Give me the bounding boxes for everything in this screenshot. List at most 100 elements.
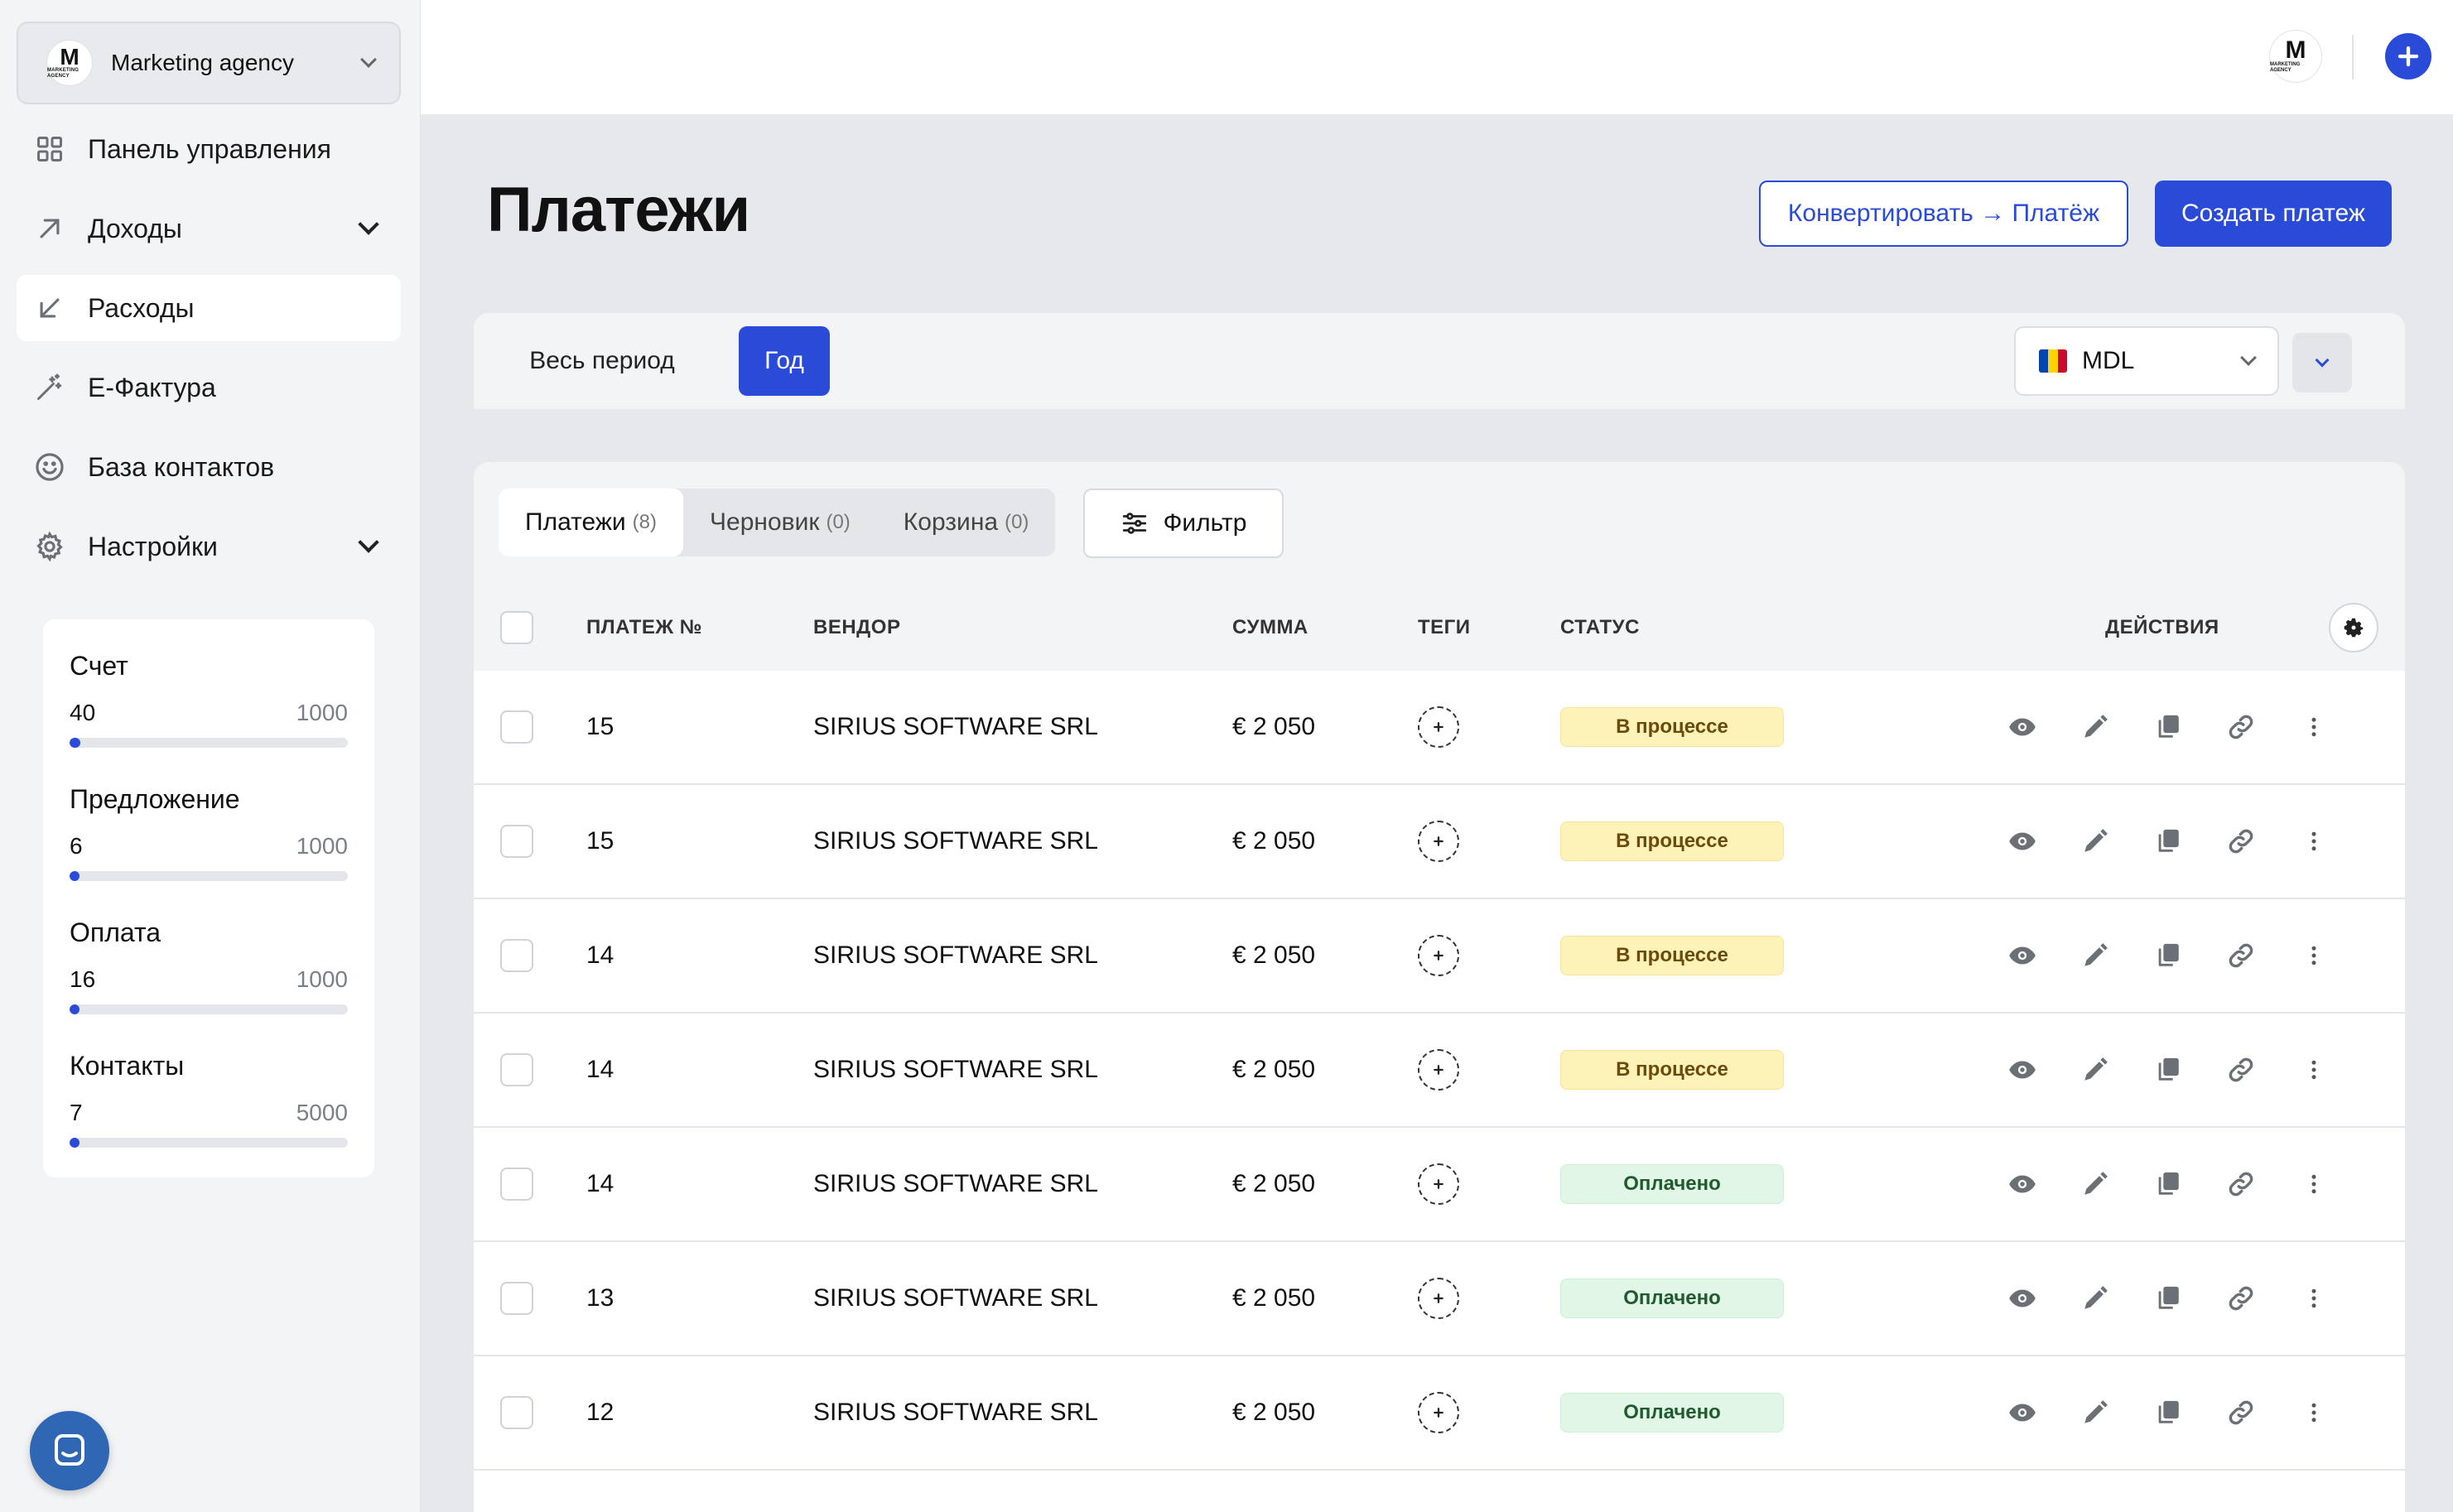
column-header-amount[interactable]: СУММА [1232,585,1308,671]
tab-payments[interactable]: Платежи (8) [499,489,684,556]
sidebar-item-contacts[interactable]: База контактов [17,434,401,500]
status-badge: В процессе [1560,821,1784,861]
more-options-button[interactable] [2294,936,2334,975]
sidebar-nav: Панель управления Доходы Расходы E-Факту… [17,116,401,593]
row-checkbox[interactable] [500,1053,533,1086]
duplicate-button[interactable] [2148,1278,2188,1318]
period-year-button[interactable]: Год [739,326,830,396]
table-row[interactable]: 15 SIRIUS SOFTWARE SRL € 2 050 В процесс… [474,785,2405,899]
row-checkbox[interactable] [500,1396,533,1429]
add-button[interactable] [2385,33,2431,79]
table-row[interactable]: 14 SIRIUS SOFTWARE SRL € 2 050 В процесс… [474,1014,2405,1128]
more-options-button[interactable] [2294,1164,2334,1204]
payment-number: 14 [586,941,614,969]
view-button[interactable] [2002,1278,2042,1318]
view-button[interactable] [2002,1393,2042,1433]
copy-link-button[interactable] [2221,1050,2261,1090]
view-button[interactable] [2002,936,2042,975]
more-vertical-icon [2311,946,2316,965]
currency-select[interactable]: MDL [2014,326,2279,396]
add-tag-button[interactable] [1418,1278,1459,1319]
column-header-actions: ДЕЙСТВИЯ [2105,616,2219,638]
sidebar-item-settings[interactable]: Настройки [17,513,401,580]
sidebar-item-income[interactable]: Доходы [17,195,401,262]
row-checkbox[interactable] [500,1282,533,1315]
copy-icon [2158,943,2179,966]
edit-button[interactable] [2075,1278,2115,1318]
filter-button[interactable]: Фильтр [1083,489,1284,558]
expand-button[interactable] [2292,333,2352,392]
edit-button[interactable] [2075,936,2115,975]
sliders-icon [1122,513,1146,534]
duplicate-button[interactable] [2148,936,2188,975]
table-settings-button[interactable] [2329,603,2378,652]
vendor-name: SIRIUS SOFTWARE SRL [813,941,1098,969]
row-checkbox[interactable] [500,939,533,972]
chevron-down-icon [2315,353,2330,368]
sidebar-item-efactura[interactable]: E-Фактура [17,354,401,421]
duplicate-button[interactable] [2148,1050,2188,1090]
view-button[interactable] [2002,1050,2042,1090]
copy-link-button[interactable] [2221,1164,2261,1204]
gear-icon [33,530,66,563]
sidebar-item-expenses[interactable]: Расходы [17,275,401,341]
create-payment-button[interactable]: Создать платеж [2155,181,2392,247]
table-row[interactable]: 14 SIRIUS SOFTWARE SRL € 2 050 Оплачено [474,1128,2405,1242]
more-options-button[interactable] [2294,1393,2334,1433]
add-tag-button[interactable] [1418,706,1459,748]
link-icon [2229,943,2253,968]
table-row[interactable]: 14 SIRIUS SOFTWARE SRL € 2 050 В процесс… [474,899,2405,1014]
sidebar-item-dashboard[interactable]: Панель управления [17,116,401,182]
add-tag-button[interactable] [1418,1163,1459,1205]
duplicate-button[interactable] [2148,1393,2188,1433]
row-checkbox[interactable] [500,1168,533,1201]
select-all-checkbox[interactable] [500,611,533,644]
copy-link-button[interactable] [2221,821,2261,861]
edit-button[interactable] [2075,1164,2115,1204]
view-button[interactable] [2002,821,2042,861]
add-tag-button[interactable] [1418,1392,1459,1433]
more-options-button[interactable] [2294,707,2334,747]
eye-icon [2009,1289,2036,1307]
edit-button[interactable] [2075,707,2115,747]
plus-icon [1434,1179,1443,1189]
chat-support-button[interactable] [30,1411,109,1490]
table-row[interactable]: 13 SIRIUS SOFTWARE SRL € 2 050 Оплачено [474,1242,2405,1356]
table-row[interactable]: 15 SIRIUS SOFTWARE SRL € 2 050 В процесс… [474,671,2405,785]
view-button[interactable] [2002,707,2042,747]
eye-icon [2009,718,2036,736]
more-options-button[interactable] [2294,821,2334,861]
edit-button[interactable] [2075,1393,2115,1433]
add-tag-button[interactable] [1418,821,1459,862]
duplicate-button[interactable] [2148,821,2188,861]
avatar[interactable]: M MARKETING AGENCY [2269,30,2322,83]
more-options-button[interactable] [2294,1278,2334,1318]
copy-link-button[interactable] [2221,936,2261,975]
usage-bar-fill [70,1004,80,1014]
view-button[interactable] [2002,1164,2042,1204]
add-tag-button[interactable] [1418,935,1459,976]
tab-trash[interactable]: Корзина (0) [877,489,1056,556]
row-checkbox[interactable] [500,710,533,744]
copy-link-button[interactable] [2221,1393,2261,1433]
row-checkbox[interactable] [500,825,533,858]
copy-link-button[interactable] [2221,707,2261,747]
arrow-up-right-icon [33,212,66,245]
more-options-button[interactable] [2294,1050,2334,1090]
copy-link-button[interactable] [2221,1278,2261,1318]
column-header-status[interactable]: СТАТУС [1560,585,1640,671]
add-tag-button[interactable] [1418,1049,1459,1091]
org-switcher[interactable]: M MARKETING AGENCY Marketing agency [17,22,401,104]
copy-icon [2158,1057,2179,1081]
tab-draft[interactable]: Черновик (0) [683,489,877,556]
edit-button[interactable] [2075,821,2115,861]
period-all-button[interactable]: Весь период [523,326,681,396]
duplicate-button[interactable] [2148,707,2188,747]
edit-button[interactable] [2075,1050,2115,1090]
column-header-vendor[interactable]: ВЕНДОР [813,585,900,671]
duplicate-button[interactable] [2148,1164,2188,1204]
usage-bar [70,871,348,881]
convert-to-payment-button[interactable]: Конвертировать → Платёж [1759,181,2128,247]
column-header-number[interactable]: ПЛАТЕЖ № [586,585,702,671]
table-row[interactable]: 12 SIRIUS SOFTWARE SRL € 2 050 Оплачено [474,1356,2405,1471]
